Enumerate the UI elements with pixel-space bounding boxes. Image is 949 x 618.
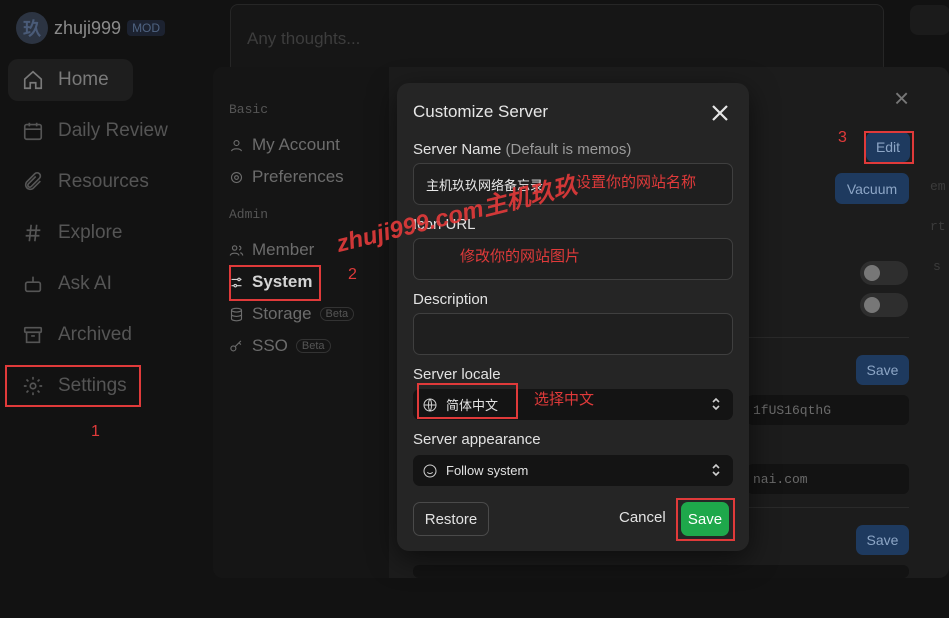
robot-icon <box>24 276 42 293</box>
archive-icon <box>23 326 43 344</box>
settings-item-label: My Account <box>252 135 340 154</box>
chevron-updown-icon <box>711 396 721 412</box>
users-icon <box>229 244 244 256</box>
annotation-note-server-name: 设置你的网站名称 <box>576 174 697 191</box>
nav-item-label: Daily Review <box>58 120 168 141</box>
email-field[interactable]: nai.com <box>747 464 909 494</box>
customize-server-modal: Customize Server Server Name (Default is… <box>397 83 749 551</box>
settings-item-storage[interactable]: Storage Beta <box>229 304 355 324</box>
memo-editor-placeholder: Any thoughts... <box>247 29 361 48</box>
side-fragment-s: s <box>933 259 941 274</box>
annotation-number-1: 1 <box>91 423 100 440</box>
settings-item-member[interactable]: Member <box>229 240 314 260</box>
settings-close-icon[interactable]: × <box>894 85 909 111</box>
server-appearance-label: Server appearance <box>413 431 541 448</box>
section-divider <box>733 337 909 338</box>
nav-item-archived[interactable]: Archived <box>8 314 133 356</box>
settings-item-preferences[interactable]: Preferences <box>229 167 344 187</box>
server-appearance-select[interactable]: Follow system <box>413 455 733 486</box>
vacuum-button[interactable]: Vacuum <box>835 173 909 204</box>
nav-item-home[interactable]: Home <box>8 59 133 101</box>
database-icon <box>230 307 243 321</box>
nav-item-label: Archived <box>58 324 132 345</box>
setting-toggle-1[interactable] <box>860 261 908 285</box>
user-icon <box>230 139 243 151</box>
settings-item-label: Preferences <box>252 167 344 186</box>
nav-item-explore[interactable]: Explore <box>8 212 133 254</box>
server-name-label: Server Name (Default is memos) <box>413 141 631 158</box>
server-appearance-value: Follow system <box>446 463 529 478</box>
additional-script-field[interactable] <box>413 565 909 578</box>
settings-item-label: SSO <box>252 336 288 355</box>
brand-name: zhuji999 <box>54 17 122 38</box>
settings-item-my-account[interactable]: My Account <box>229 135 340 155</box>
setting-toggle-2[interactable] <box>860 293 908 317</box>
annotation-box-locale <box>417 383 518 419</box>
nav-item-label: Ask AI <box>58 273 112 294</box>
nav-item-label: Resources <box>58 171 149 192</box>
section-divider <box>733 507 909 508</box>
smiley-icon <box>423 464 437 477</box>
app-sidebar: 玖 zhuji999 MOD Home Daily Review Resourc… <box>0 0 200 618</box>
search-button[interactable] <box>910 5 949 35</box>
nav-item-label: Home <box>58 69 109 90</box>
settings-item-label: Storage <box>252 304 312 323</box>
save-button-bg-1[interactable]: Save <box>856 355 909 385</box>
annotation-box-system <box>229 265 321 301</box>
close-icon[interactable] <box>710 103 730 123</box>
server-name-label-text: Server Name <box>413 141 502 158</box>
settings-sidebar: Basic My Account Preferences Admin Membe… <box>213 67 389 578</box>
annotation-number-2: 2 <box>348 266 357 283</box>
annotation-note-icon-url: 修改你的网站图片 <box>460 248 581 265</box>
nav-item-daily-review[interactable]: Daily Review <box>8 110 188 152</box>
side-fragment-rt: rt <box>930 219 946 234</box>
side-fragment-em: em <box>930 179 946 194</box>
key-icon <box>230 339 242 351</box>
settings-item-sso[interactable]: SSO Beta <box>229 336 331 356</box>
annotation-number-3: 3 <box>838 129 847 146</box>
annotation-box-save <box>676 498 735 541</box>
cog-icon <box>230 171 243 183</box>
calendar-icon <box>23 122 43 141</box>
server-locale-label: Server locale <box>413 366 501 383</box>
home-icon <box>23 70 43 90</box>
description-input[interactable] <box>413 313 733 355</box>
annotation-box-edit <box>864 131 914 164</box>
annotation-box-settings <box>5 365 141 407</box>
modal-title: Customize Server <box>413 102 549 121</box>
role-badge: MOD <box>127 20 166 36</box>
brand[interactable]: 玖 zhuji999 MOD <box>16 12 166 44</box>
nav-item-resources[interactable]: Resources <box>8 161 188 203</box>
server-name-hint: (Default is memos) <box>505 141 632 158</box>
save-button-bg-2[interactable]: Save <box>856 525 909 555</box>
hash-icon <box>25 224 41 242</box>
brand-avatar: 玖 <box>16 12 48 44</box>
settings-section-admin: Admin <box>229 207 269 222</box>
settings-section-basic: Basic <box>229 102 269 117</box>
paperclip-icon <box>24 172 42 191</box>
cancel-button[interactable]: Cancel <box>619 509 666 526</box>
description-label: Description <box>413 291 489 308</box>
annotation-note-locale: 选择中文 <box>534 391 595 408</box>
settings-item-label: Member <box>252 240 315 259</box>
beta-badge: Beta <box>319 307 355 321</box>
beta-badge: Beta <box>295 339 331 353</box>
chevron-updown-icon <box>711 462 721 478</box>
token-field[interactable]: 1fUS16qthG <box>747 395 909 425</box>
nav-item-label: Explore <box>58 222 123 243</box>
restore-button[interactable]: Restore <box>413 502 489 536</box>
nav-item-ask-ai[interactable]: Ask AI <box>8 263 133 305</box>
memo-editor[interactable]: Any thoughts... <box>230 4 884 74</box>
